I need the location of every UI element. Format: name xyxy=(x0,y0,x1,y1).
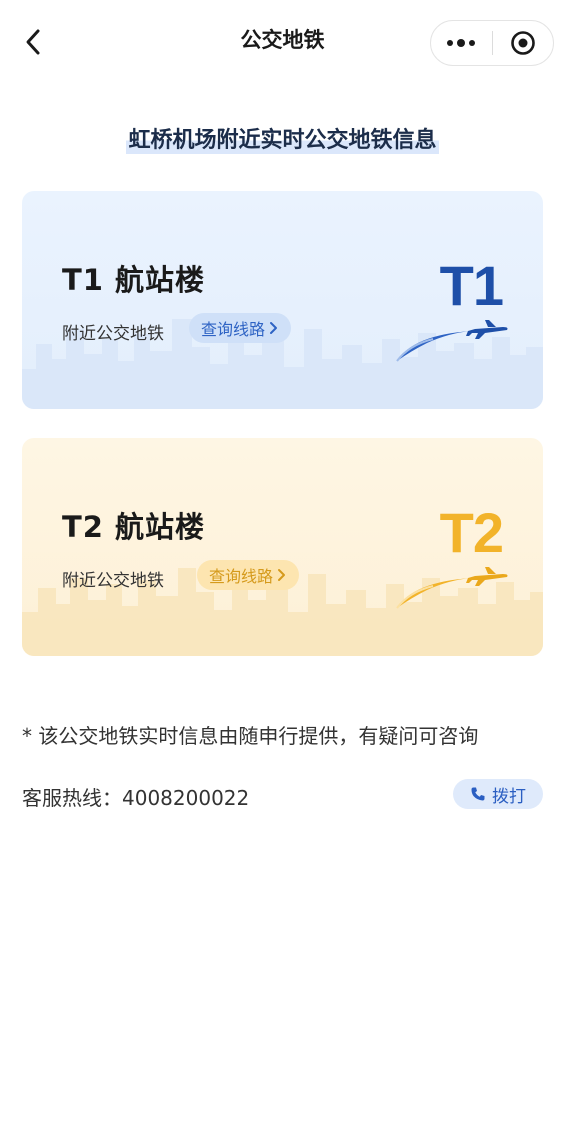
terminal-badge: T1 xyxy=(439,254,504,317)
info-note: * 该公交地铁实时信息由随申行提供，有疑问可咨询 xyxy=(22,724,479,748)
chevron-right-icon xyxy=(270,322,278,334)
headline-text: 虹桥机场附近实时公交地铁信息 xyxy=(126,122,439,154)
query-route-button[interactable]: 查询线路 xyxy=(189,313,292,343)
navigation-bar: 公交地铁 xyxy=(0,0,565,84)
close-mini-program-button[interactable] xyxy=(492,21,553,65)
airplane-icon xyxy=(396,320,508,362)
terminal-card-t1[interactable]: T1 航站楼 附近公交地铁 查询线路 T1 xyxy=(22,191,543,409)
terminal-name: T2 航站楼 xyxy=(62,510,206,544)
call-label: 拨打 xyxy=(492,786,526,807)
airplane-icon xyxy=(396,567,508,609)
more-dots-icon xyxy=(447,39,476,47)
terminal-card-t2[interactable]: T2 航站楼 附近公交地铁 查询线路 T2 xyxy=(22,438,543,656)
hotline-row: 客服热线：4008200022 xyxy=(22,782,249,811)
query-route-label: 查询线路 xyxy=(201,320,266,339)
query-route-label: 查询线路 xyxy=(209,567,274,586)
terminal-name: T1 航站楼 xyxy=(62,263,206,297)
phone-icon xyxy=(471,787,485,801)
mini-program-capsule xyxy=(430,20,554,66)
nearby-transit-label: 附近公交地铁 xyxy=(62,324,164,344)
close-target-icon xyxy=(510,31,535,55)
chevron-right-icon xyxy=(278,569,286,581)
terminal-badge: T2 xyxy=(439,501,504,564)
more-button[interactable] xyxy=(431,21,492,65)
query-route-button[interactable]: 查询线路 xyxy=(197,560,300,590)
hotline-number: 4008200022 xyxy=(122,786,250,810)
hotline-label: 客服热线： xyxy=(22,786,122,810)
headline: 虹桥机场附近实时公交地铁信息 xyxy=(0,122,565,154)
call-button[interactable]: 拨打 xyxy=(453,779,543,809)
nearby-transit-label: 附近公交地铁 xyxy=(62,571,164,591)
